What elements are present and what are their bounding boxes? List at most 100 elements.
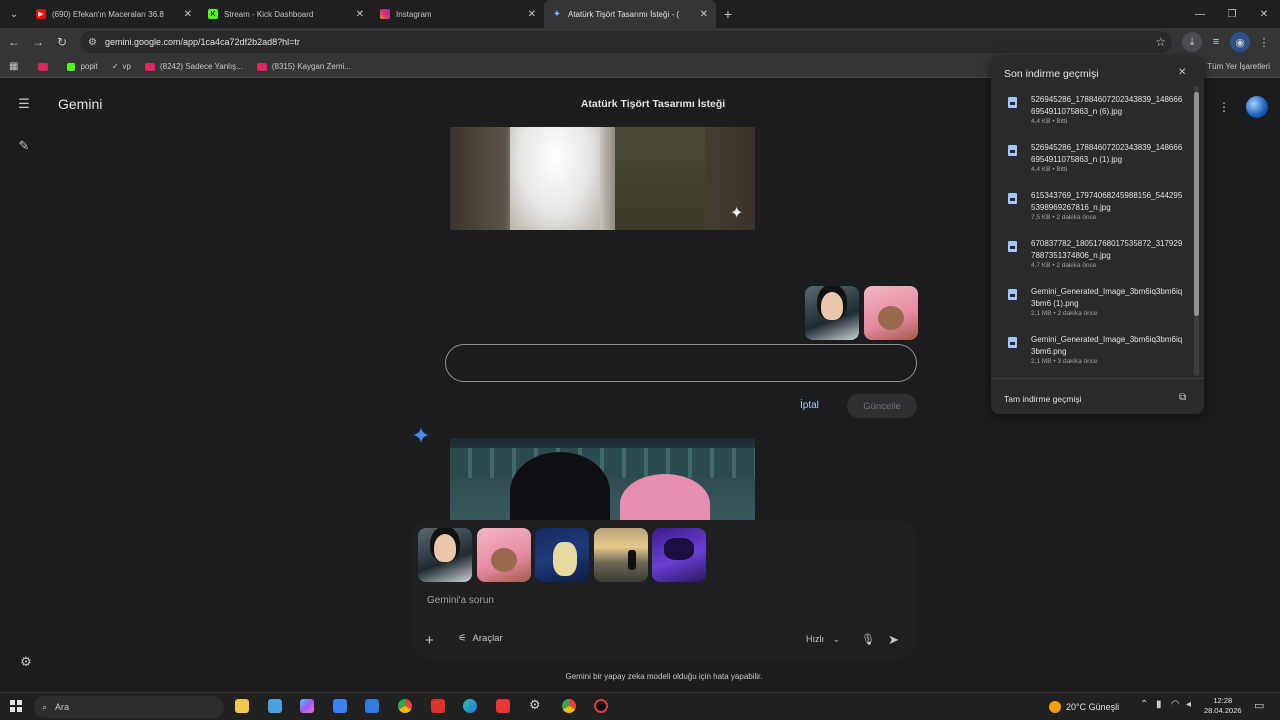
tools-button[interactable]: ⚟ Araçlar [458, 633, 503, 644]
open-external-icon[interactable]: ⧉ [1179, 392, 1186, 403]
network-icon[interactable]: ▮ [1156, 699, 1162, 710]
close-icon[interactable]: ✕ [1178, 67, 1186, 78]
image-figure [821, 292, 843, 320]
download-item[interactable]: Gemini_Generated_Image_3bm6iq3bm6iq3bm6.… [1005, 334, 1185, 370]
uploaded-image-thumbnail[interactable] [864, 286, 918, 340]
attachment-thumbnail[interactable] [535, 528, 589, 582]
prompt-input[interactable]: Gemini'a sorun [427, 595, 494, 606]
image-figure [615, 127, 705, 230]
close-window-icon[interactable]: ✕ [1248, 0, 1280, 28]
forward-icon[interactable]: → [26, 28, 50, 56]
file-icon [1008, 97, 1017, 108]
close-tab-icon[interactable]: ✕ [528, 9, 536, 20]
tab-instagram[interactable]: Instagram ✕ [372, 0, 544, 28]
app-icon[interactable] [268, 699, 282, 713]
generated-image-1[interactable]: ✦ [450, 127, 755, 230]
new-tab-button[interactable]: + [716, 6, 740, 22]
date: 28.04.2026 [1204, 706, 1242, 715]
edit-message-field[interactable] [445, 344, 917, 382]
send-icon[interactable]: ➤ [888, 632, 899, 648]
app-icon[interactable] [496, 699, 510, 713]
bookmark-popit[interactable]: popit [67, 62, 98, 71]
disclaimer: Gemini bir yapay zeka modeli olduğu için… [565, 672, 763, 681]
profile-avatar-icon[interactable]: ◉ [1230, 32, 1250, 52]
download-item[interactable]: Gemini_Generated_Image_3bm6iq3bm6iq3bm6 … [1005, 286, 1185, 322]
avatar[interactable] [1246, 96, 1268, 118]
store-icon[interactable] [333, 699, 347, 713]
menu-icon[interactable]: ⋮ [1254, 32, 1274, 52]
bookmark-star-icon[interactable]: ☆ [1155, 35, 1166, 49]
download-item[interactable]: 526945286_17884607202343839_148666695491… [1005, 142, 1185, 178]
toolbar: ← → ↻ ⚙ gemini.google.com/app/1ca4ca72df… [0, 28, 1280, 56]
apps-grid-icon[interactable]: ▦ [9, 61, 18, 72]
close-tab-icon[interactable]: ✕ [700, 9, 708, 20]
restore-icon[interactable]: ❐ [1216, 0, 1248, 28]
attachment-thumbnail[interactable] [477, 528, 531, 582]
weather-widget[interactable]: 20°C Güneşli [1049, 701, 1119, 713]
reload-icon[interactable]: ↻ [50, 28, 74, 56]
back-icon[interactable]: ← [2, 28, 26, 56]
add-attachment-button[interactable]: + [425, 632, 434, 649]
minimize-icon[interactable]: — [1184, 0, 1216, 28]
sidebar: ☰ ✎ ⚙ [0, 80, 48, 692]
all-bookmarks[interactable]: Tüm Yer İşaretleri [1207, 62, 1270, 71]
volume-icon[interactable]: ◂ [1186, 699, 1191, 710]
windows-start-icon[interactable] [10, 700, 22, 712]
check-icon: ✓ [111, 62, 119, 71]
tab-search-icon[interactable]: ⌄ [0, 0, 28, 28]
tray-chevron-icon[interactable]: ⌃ [1140, 699, 1148, 710]
app-icon[interactable] [594, 699, 608, 713]
bookmark-video-2[interactable]: (8315) Kaygan Zemi... [256, 62, 351, 71]
taskbar-search[interactable]: ⌕ Ara [34, 696, 224, 718]
outlook-icon[interactable] [365, 699, 379, 713]
file-explorer-icon[interactable] [235, 699, 249, 713]
new-chat-icon[interactable]: ✎ [14, 136, 34, 156]
more-options-icon[interactable]: ⋮ [1218, 100, 1230, 114]
media-icon[interactable]: ≡ [1206, 32, 1226, 52]
youtube-icon [256, 62, 267, 71]
update-button[interactable]: Güncelle [847, 394, 917, 418]
sun-icon [1049, 701, 1061, 713]
close-tab-icon[interactable]: ✕ [356, 9, 364, 20]
download-meta: 2,1 MB • 2 dakika önce [1031, 310, 1098, 317]
wifi-icon[interactable]: ◠ [1171, 699, 1180, 710]
site-info-icon[interactable]: ⚙ [88, 37, 97, 48]
chrome-icon[interactable] [562, 699, 576, 713]
tab-youtube[interactable]: ▶ (690) Efekan'ın Maceraları 36.8 ✕ [28, 0, 200, 28]
tab-title: Stream - Kick Dashboard [224, 9, 314, 19]
tab-gemini[interactable]: ✦ Atatürk Tişört Tasarımı İsteği - ( ✕ [544, 0, 716, 28]
generated-image-2[interactable] [450, 438, 755, 522]
start-tile [17, 707, 22, 712]
bookmark-video-1[interactable]: (8242) Sadece Yanlış... [144, 62, 243, 71]
download-item[interactable]: 526945286_17884607202343839_148666695491… [1005, 94, 1185, 130]
copilot-icon[interactable] [300, 699, 314, 713]
attachment-thumbnail[interactable] [652, 528, 706, 582]
scrollbar[interactable] [1194, 86, 1199, 376]
download-meta: 7,5 KB • 2 dakika önce [1031, 214, 1097, 221]
app-icon[interactable] [431, 699, 445, 713]
full-history-link[interactable]: Tam indirme geçmişi [1004, 394, 1081, 404]
chrome-icon[interactable] [398, 699, 412, 713]
attachment-thumbnail[interactable] [594, 528, 648, 582]
bookmark-vp[interactable]: ✓ vp [112, 62, 131, 71]
download-filename: 670837782_18051768017535872_317929788735… [1031, 239, 1183, 260]
microphone-icon[interactable]: 🎙 [861, 633, 875, 646]
edge-icon[interactable] [463, 699, 477, 713]
uploaded-image-thumbnail[interactable] [805, 286, 859, 340]
settings-icon[interactable]: ⚙ [529, 697, 543, 712]
attachment-thumbnail[interactable] [418, 528, 472, 582]
download-item[interactable]: 615343769_17974068245988156_544295539896… [1005, 190, 1185, 226]
clock[interactable]: 12:28 28.04.2026 [1204, 696, 1242, 716]
model-label: Hızlı [806, 634, 824, 644]
download-item[interactable]: 670837782_18051768017535872_317929788735… [1005, 238, 1185, 274]
settings-icon[interactable]: ⚙ [16, 652, 36, 672]
notification-icon[interactable]: ▭ [1254, 699, 1264, 712]
close-tab-icon[interactable]: ✕ [184, 9, 192, 20]
address-bar[interactable]: ⚙ gemini.google.com/app/1ca4ca72df2b2ad8… [80, 31, 1172, 53]
tab-kick[interactable]: K Stream - Kick Dashboard ✕ [200, 0, 372, 28]
scrollbar-thumb[interactable] [1194, 92, 1199, 316]
cancel-button[interactable]: İptal [800, 400, 819, 411]
download-icon[interactable]: ⤓ [1182, 32, 1202, 52]
bookmark-item[interactable] [38, 62, 53, 71]
model-selector[interactable]: Hızlı ⌄ [806, 634, 840, 645]
